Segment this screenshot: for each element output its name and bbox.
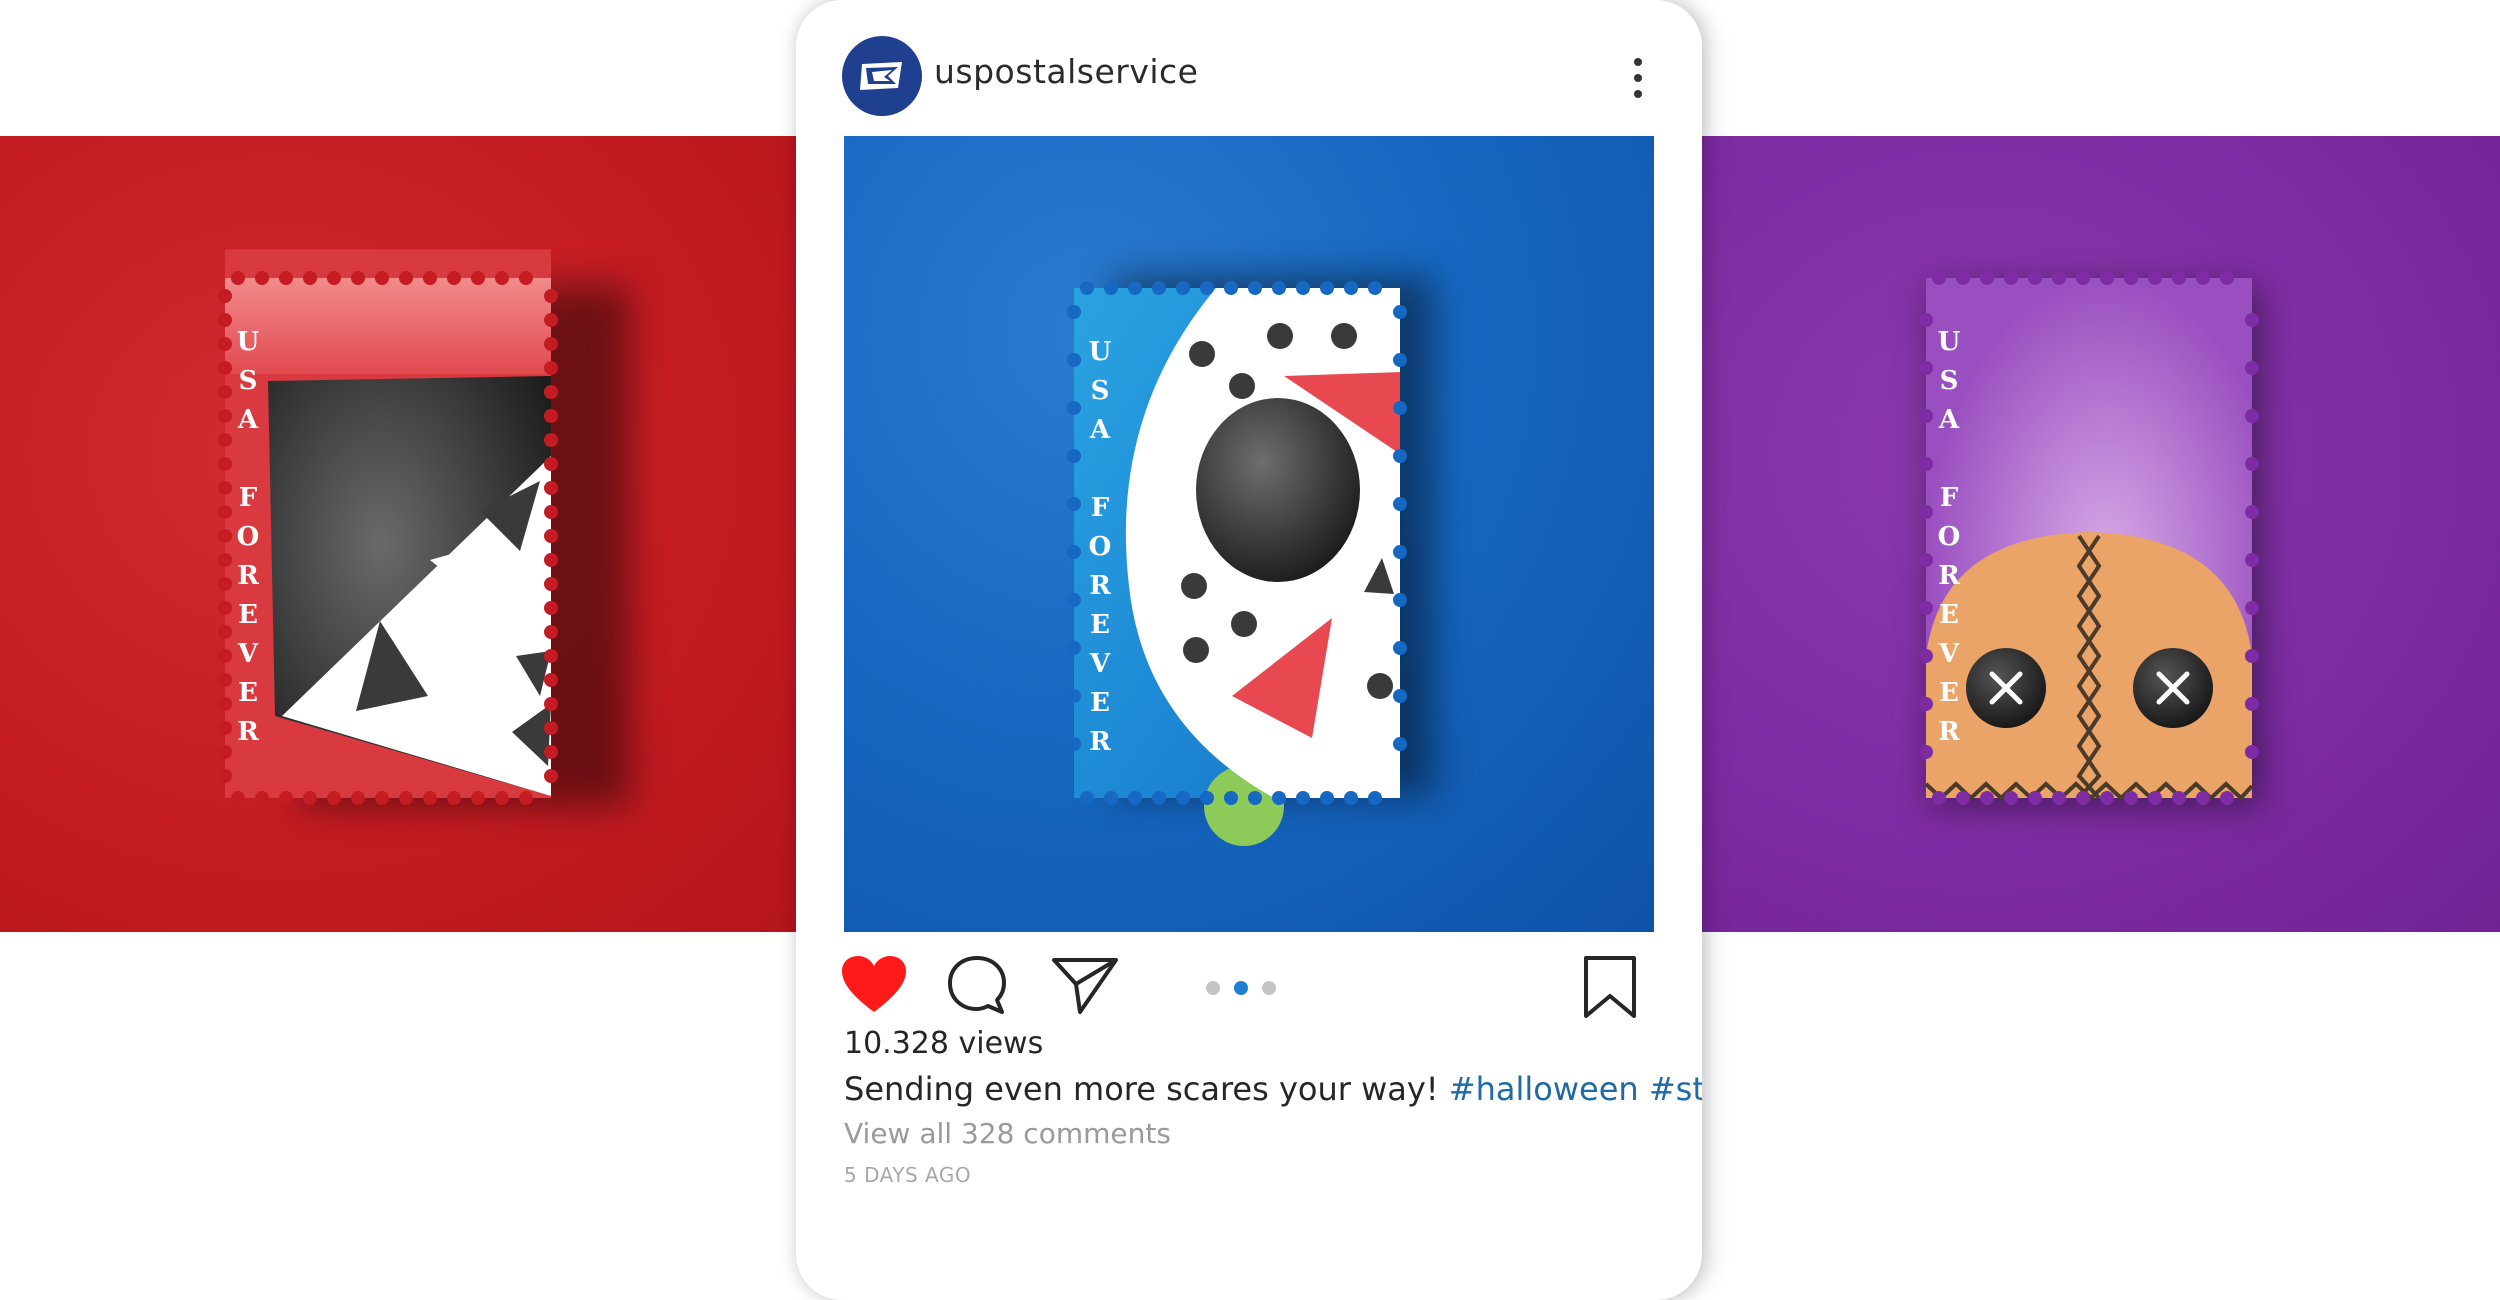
speech-bubble-icon[interactable] [946,954,1008,1016]
purple-halloween-stamp: USAFOREVER [1919,271,2259,805]
post-actions-bar [796,940,1702,1030]
stamp-letter: R [237,717,259,747]
stamp-letter: O [1938,522,1961,552]
red-halloween-stamp: USAFOREVER [218,249,558,805]
bookmark-icon[interactable] [1582,954,1638,1020]
stamp-letter: E [238,678,258,708]
stamp-letter: U [1938,327,1961,357]
stamp-letter: E [238,600,258,630]
page: USAFOREVER U S A F O R E V E R uspostals… [0,0,2500,1300]
post-timestamp: 5 DAYS AGO [844,1163,972,1187]
usps-eagle-logo-icon[interactable] [842,36,922,116]
stamp-letter: O [237,522,260,552]
paper-plane-icon[interactable] [1050,954,1120,1016]
right-carousel-slide[interactable]: USAFOREVER [1701,136,2500,932]
stamp-letter: R [1089,727,1111,757]
stamp-letter: S [239,366,258,396]
stamp-letter: U [237,327,260,357]
stamp-letter: R [1938,561,1960,591]
stamp-letter: U [1089,337,1112,367]
stamp-letter: F [239,483,258,513]
instagram-post-card: uspostalservice U S A F O R E V E R 10.3… [796,0,1702,1300]
left-carousel-slide[interactable]: USAFOREVER [0,136,797,932]
blue-halloween-stamp: USAFOREVER [1067,281,1407,846]
stamp-letter: V [1089,649,1111,679]
stamp-letter: A [1089,415,1111,445]
stamp-letter: R [1089,571,1111,601]
heart-icon[interactable] [840,954,908,1016]
stamp-letter: E [1939,678,1959,708]
caption-text: Sending even more scares your way! [844,1070,1449,1108]
vertical-ellipsis-icon[interactable] [1632,58,1644,102]
hashtag-halloween[interactable]: #halloween [1449,1070,1639,1108]
carousel-dot-active[interactable] [1234,981,1248,995]
stamp-letter: E [1090,610,1110,640]
stamp-letter: E [1090,688,1110,718]
view-count: 10.328 views [844,1026,1044,1061]
view-comments-link[interactable]: View all 328 comments [844,1117,1171,1150]
post-image[interactable]: USAFOREVER [844,136,1654,932]
stamp-letter: R [1938,717,1960,747]
carousel-dot[interactable] [1262,981,1276,995]
stamp-letter: V [1938,639,1960,669]
post-caption: Sending even more scares your way! #hall… [844,1070,1702,1108]
carousel-dot[interactable] [1206,981,1220,995]
stamp-letter: S [1091,376,1110,406]
stamp-letter: F [1091,493,1110,523]
hashtag-stamps[interactable]: #stamps [1649,1070,1702,1108]
stamp-letter: E [1939,600,1959,630]
username[interactable]: uspostalservice [934,52,1198,91]
stamp-letter: V [237,639,259,669]
stamp-letter: A [1938,405,1960,435]
carousel-indicator [1206,981,1286,995]
stamp-letter: R [237,561,259,591]
stamp-letter: F [1940,483,1959,513]
stamp-letter: A [237,405,259,435]
stamp-letter: O [1089,532,1112,562]
stamp-letter: S [1940,366,1959,396]
post-header: uspostalservice [796,0,1702,136]
